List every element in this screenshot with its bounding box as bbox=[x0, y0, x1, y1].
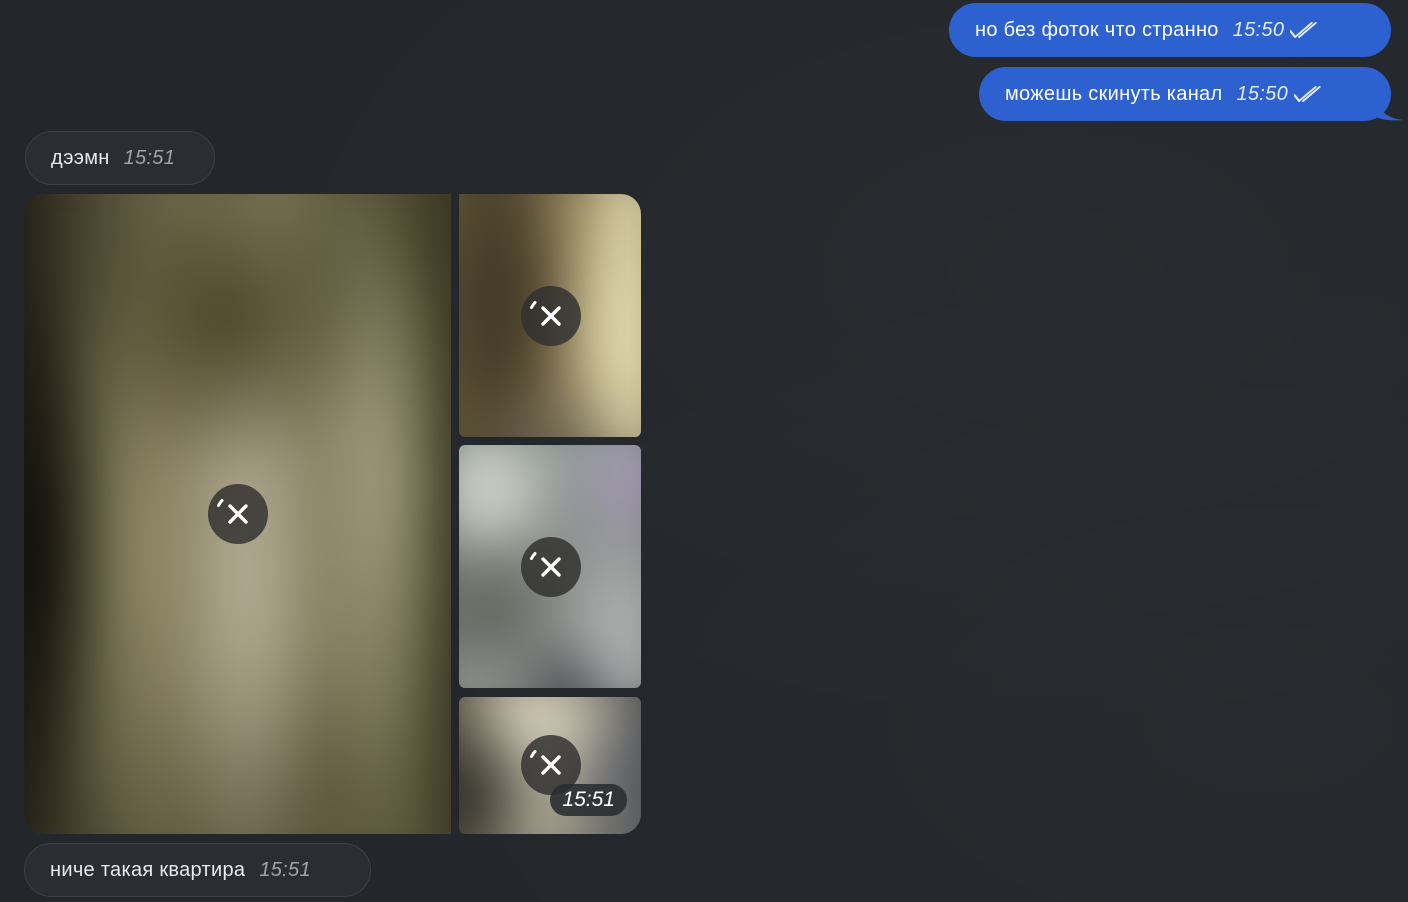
message-text: можешь скинуть канал bbox=[1005, 82, 1223, 105]
photo-thumbnail[interactable] bbox=[459, 194, 641, 437]
message-text: но без фоток что странно bbox=[975, 18, 1219, 41]
message-time: 15:50 bbox=[1236, 82, 1288, 105]
download-cancel-button[interactable] bbox=[208, 484, 268, 544]
photo-thumbnail[interactable] bbox=[24, 194, 451, 834]
double-check-icon bbox=[1290, 22, 1317, 38]
download-cancel-button[interactable] bbox=[521, 286, 581, 346]
message-time: 15:50 bbox=[1232, 18, 1285, 41]
message-text: дээмн bbox=[51, 146, 110, 169]
download-cancel-button[interactable] bbox=[521, 537, 581, 597]
double-check-icon bbox=[1294, 86, 1321, 102]
album-time: 15:51 bbox=[550, 784, 627, 816]
photo-thumbnail[interactable] bbox=[459, 445, 641, 688]
download-cancel-icon bbox=[530, 552, 561, 577]
message-text: ниче такая квартира bbox=[50, 858, 246, 881]
outgoing-message[interactable]: но без фоток что странно 15:50 bbox=[949, 3, 1391, 57]
download-cancel-icon bbox=[530, 301, 561, 326]
outgoing-message[interactable]: можешь скинуть канал 15:50 bbox=[979, 67, 1391, 121]
message-time: 15:51 bbox=[123, 146, 176, 169]
photo-thumbnail[interactable]: 15:51 bbox=[459, 697, 641, 834]
incoming-message[interactable]: дээмн 15:51 bbox=[25, 131, 215, 185]
bubble-tail bbox=[1376, 101, 1404, 121]
message-time: 15:51 bbox=[259, 858, 311, 881]
photo-album: 15:51 bbox=[24, 194, 641, 834]
download-cancel-icon bbox=[217, 499, 248, 524]
incoming-message[interactable]: ниче такая квартира 15:51 bbox=[24, 843, 371, 897]
